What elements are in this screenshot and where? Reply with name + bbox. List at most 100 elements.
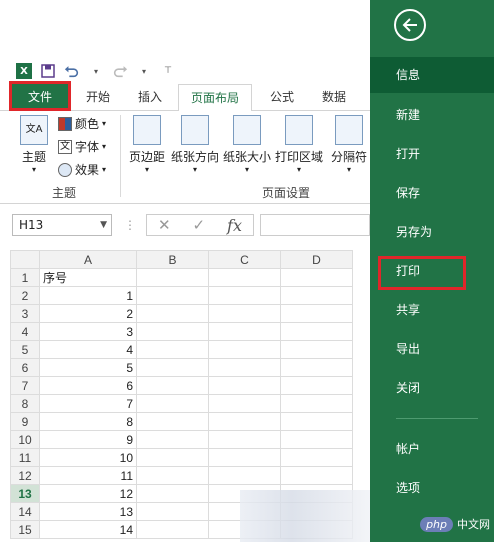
cell[interactable] <box>136 304 209 323</box>
cell[interactable] <box>208 340 281 359</box>
row-header[interactable]: 4 <box>10 322 40 341</box>
row-header[interactable]: 3 <box>10 304 40 323</box>
cell-a[interactable]: 12 <box>39 484 137 503</box>
column-header-c[interactable]: C <box>208 250 281 269</box>
undo-dropdown-icon[interactable]: ▾ <box>88 63 104 79</box>
cell-a[interactable]: 1 <box>39 286 137 305</box>
cell-a[interactable]: 4 <box>39 340 137 359</box>
tab-insert[interactable]: 插入 <box>130 84 170 110</box>
backstage-item-save[interactable]: 保存 <box>370 175 494 211</box>
row-header[interactable]: 2 <box>10 286 40 305</box>
cell[interactable] <box>136 394 209 413</box>
cell[interactable] <box>280 448 353 467</box>
column-header-d[interactable]: D <box>280 250 353 269</box>
row-header[interactable]: 1 <box>10 268 40 287</box>
colors-button[interactable]: 颜色 ▾ <box>58 115 106 132</box>
customize-qat-icon[interactable]: ⊤ <box>160 63 176 79</box>
cell[interactable] <box>136 448 209 467</box>
cell[interactable] <box>136 430 209 449</box>
cell[interactable] <box>280 340 353 359</box>
row-header[interactable]: 8 <box>10 394 40 413</box>
cell-a[interactable]: 6 <box>39 376 137 395</box>
cell-a[interactable]: 14 <box>39 520 137 539</box>
backstage-item-options[interactable]: 选项 <box>370 470 494 506</box>
cell-a[interactable]: 2 <box>39 304 137 323</box>
backstage-item-save-as[interactable]: 另存为 <box>370 214 494 250</box>
name-box-dropdown-icon[interactable]: ▼ <box>100 215 107 235</box>
cell[interactable] <box>280 376 353 395</box>
undo-icon[interactable] <box>64 63 80 79</box>
select-all-corner[interactable] <box>10 250 40 269</box>
cell[interactable] <box>208 412 281 431</box>
cell[interactable] <box>208 430 281 449</box>
cancel-icon[interactable]: ✕ <box>158 216 171 234</box>
row-header[interactable]: 10 <box>10 430 40 449</box>
cell[interactable] <box>136 520 209 539</box>
cell[interactable] <box>280 358 353 377</box>
formula-input[interactable] <box>260 214 370 236</box>
tab-home[interactable]: 开始 <box>78 84 118 110</box>
enter-icon[interactable]: ✓ <box>193 216 206 234</box>
row-header[interactable]: 12 <box>10 466 40 485</box>
tab-data[interactable]: 数据 <box>314 84 354 110</box>
themes-button[interactable]: 文A 主题 ▾ <box>14 115 54 174</box>
cell[interactable] <box>280 322 353 341</box>
cell[interactable] <box>136 502 209 521</box>
cell-a[interactable]: 9 <box>39 430 137 449</box>
cell-a[interactable]: 13 <box>39 502 137 521</box>
cell[interactable] <box>208 322 281 341</box>
margins-button[interactable]: 页边距 ▾ <box>126 115 168 174</box>
print-area-button[interactable]: 打印区域 ▾ <box>274 115 324 174</box>
cell[interactable] <box>136 466 209 485</box>
backstage-item-open[interactable]: 打开 <box>370 136 494 172</box>
cell[interactable] <box>136 268 209 287</box>
row-header[interactable]: 11 <box>10 448 40 467</box>
cell[interactable] <box>136 376 209 395</box>
row-header[interactable]: 13 <box>10 484 40 503</box>
breaks-button[interactable]: 分隔符 ▾ <box>328 115 370 174</box>
row-header[interactable]: 5 <box>10 340 40 359</box>
backstage-item-new[interactable]: 新建 <box>370 97 494 133</box>
column-header-a[interactable]: A <box>39 250 137 269</box>
cell[interactable] <box>280 430 353 449</box>
cell[interactable] <box>136 286 209 305</box>
fonts-button[interactable]: 文 字体 ▾ <box>58 138 106 155</box>
cell-a[interactable]: 3 <box>39 322 137 341</box>
cell-a[interactable]: 8 <box>39 412 137 431</box>
backstage-item-account[interactable]: 帐户 <box>370 431 494 467</box>
insert-function-icon[interactable]: fx <box>227 216 242 235</box>
backstage-item-export[interactable]: 导出 <box>370 331 494 367</box>
cell-a[interactable]: 7 <box>39 394 137 413</box>
cell[interactable] <box>136 484 209 503</box>
row-header[interactable]: 7 <box>10 376 40 395</box>
cell-a[interactable]: 11 <box>39 466 137 485</box>
cell[interactable] <box>136 412 209 431</box>
backstage-item-share[interactable]: 共享 <box>370 292 494 328</box>
cell[interactable] <box>280 286 353 305</box>
cell[interactable] <box>280 412 353 431</box>
cell[interactable] <box>208 394 281 413</box>
cell[interactable] <box>208 358 281 377</box>
redo-icon[interactable] <box>112 63 128 79</box>
cell[interactable] <box>208 448 281 467</box>
back-arrow-icon[interactable] <box>394 9 426 41</box>
cell[interactable] <box>136 358 209 377</box>
cell-a[interactable]: 序号 <box>39 268 137 287</box>
row-header[interactable]: 6 <box>10 358 40 377</box>
cell[interactable] <box>280 394 353 413</box>
cell[interactable] <box>208 466 281 485</box>
cell[interactable] <box>136 340 209 359</box>
row-header[interactable]: 15 <box>10 520 40 539</box>
cell-a[interactable]: 5 <box>39 358 137 377</box>
name-box[interactable]: H13 ▼ <box>12 214 112 236</box>
tab-formulas[interactable]: 公式 <box>262 84 302 110</box>
cell[interactable] <box>208 376 281 395</box>
backstage-item-close[interactable]: 关闭 <box>370 370 494 406</box>
effects-button[interactable]: 效果 ▾ <box>58 161 106 178</box>
row-header[interactable]: 9 <box>10 412 40 431</box>
column-header-b[interactable]: B <box>136 250 209 269</box>
cell[interactable] <box>280 466 353 485</box>
cell[interactable] <box>208 286 281 305</box>
orientation-button[interactable]: 纸张方向 ▾ <box>170 115 220 174</box>
tab-page-layout[interactable]: 页面布局 <box>178 84 252 112</box>
